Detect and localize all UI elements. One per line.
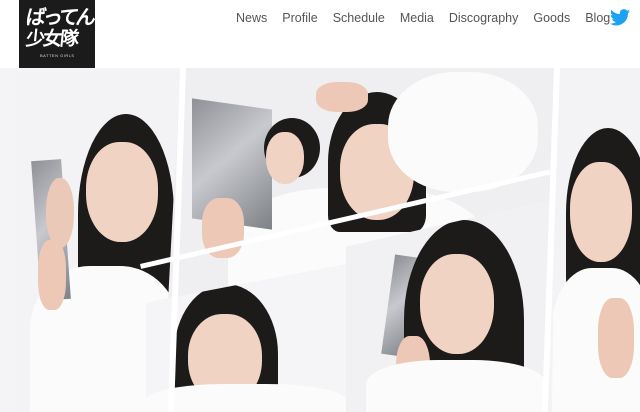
- hero-collage: [0, 68, 640, 412]
- member-photo-5: [552, 68, 640, 412]
- logo-line-1: ばってん: [24, 5, 95, 29]
- logo-line-2: 少女隊: [24, 28, 79, 50]
- main-nav: News Profile Schedule Media Discography …: [236, 0, 640, 36]
- nav-profile[interactable]: Profile: [282, 11, 317, 25]
- logo-subtitle: BATTEN GIRLS: [40, 53, 75, 58]
- nav-goods[interactable]: Goods: [533, 11, 570, 25]
- nav-schedule[interactable]: Schedule: [333, 11, 385, 25]
- site-header: ばってん 少女隊 BATTEN GIRLS News Profile Sched…: [0, 0, 640, 69]
- twitter-icon[interactable]: [610, 9, 630, 26]
- nav-blog[interactable]: Blog: [585, 11, 610, 25]
- nav-discography[interactable]: Discography: [449, 11, 518, 25]
- site-logo[interactable]: ばってん 少女隊 BATTEN GIRLS: [19, 0, 95, 69]
- nav-media[interactable]: Media: [400, 11, 434, 25]
- nav-news[interactable]: News: [236, 11, 267, 25]
